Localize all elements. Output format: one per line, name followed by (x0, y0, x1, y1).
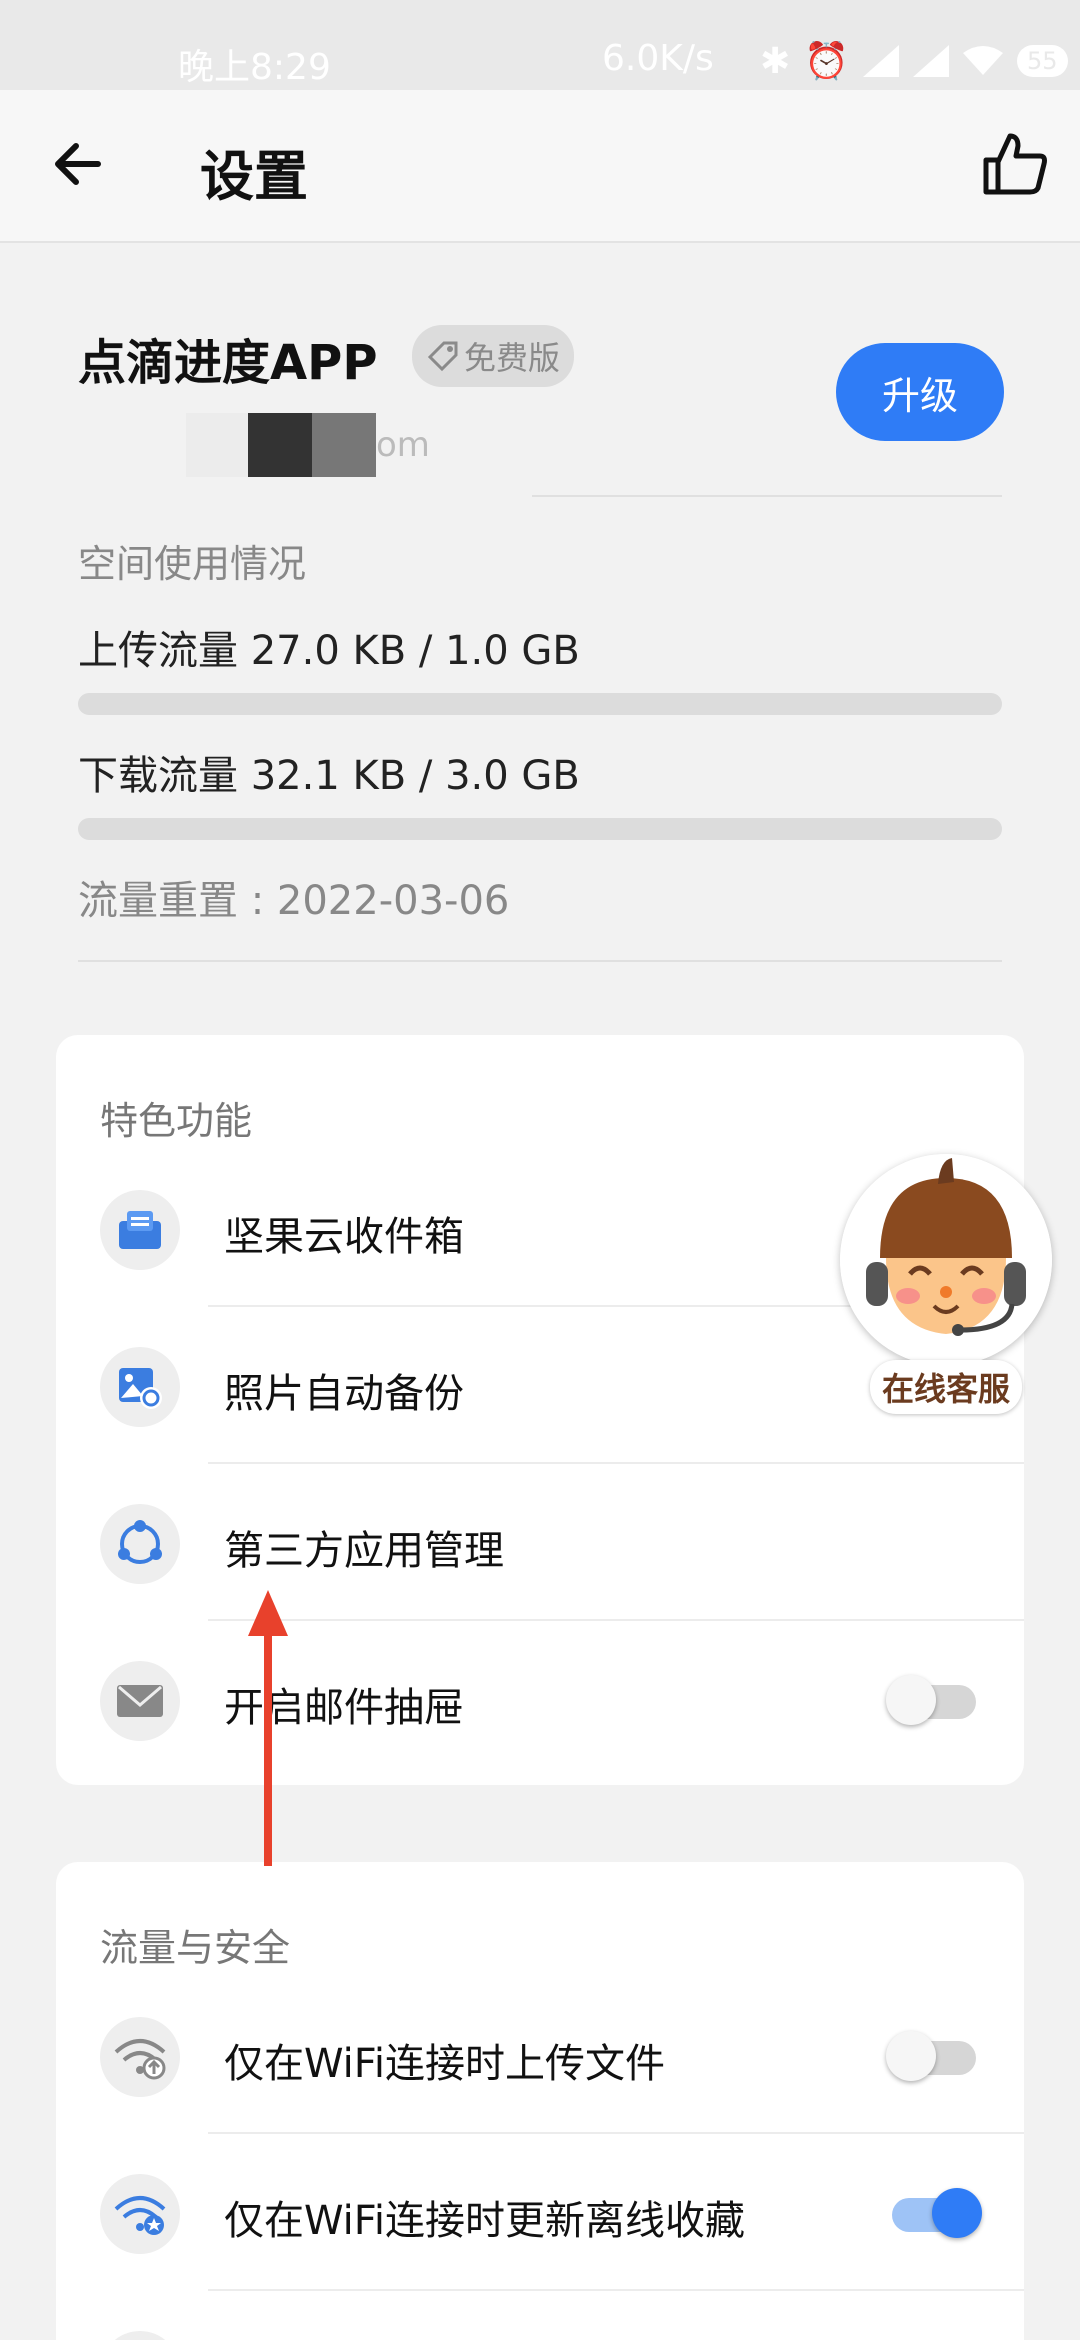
upgrade-button[interactable]: 升级 (836, 343, 1004, 441)
mail-icon (100, 1661, 180, 1741)
third-party-apps-icon (100, 1504, 180, 1584)
network-speed: 6.0K/s (602, 38, 714, 79)
download-progress-bar (78, 818, 1002, 840)
signal-icon (863, 45, 899, 77)
wifi-star-icon (100, 2174, 180, 2254)
plan-badge-label: 免费版 (464, 339, 561, 377)
photo-backup-icon (100, 1347, 180, 1427)
features-title: 特色功能 (100, 1099, 253, 1143)
page-title: 设置 (200, 145, 308, 208)
wifi-upload-icon (100, 2017, 180, 2097)
settings-row-third-party-apps[interactable]: 第三方应用管理 (56, 1464, 1024, 1621)
battery-icon: 55 (1017, 45, 1068, 77)
wifi-upload-toggle[interactable] (886, 2031, 976, 2081)
app-name: 点滴进度APP (78, 335, 378, 391)
status-bar: 晚上8:29 6.0K/s ✱ ⏰ 55 (0, 0, 1080, 90)
status-time: 晚上8:29 (178, 47, 331, 88)
settings-row-label: 坚果云收件箱 (224, 1214, 464, 1260)
usage-title: 空间使用情况 (78, 542, 307, 586)
annotation-arrow (248, 1590, 288, 1866)
traffic-security-card: 流量与安全 仅在WiFi连接时上传文件 仅在WiFi连接时更新离线收藏 (56, 1862, 1024, 2340)
settings-row-partial[interactable] (56, 2291, 1024, 2340)
tag-icon (427, 341, 458, 372)
wifi-icon (963, 46, 1003, 75)
settings-row-mail-drawer[interactable]: 开启邮件抽屉 (56, 1621, 1024, 1778)
thumbs-up-icon[interactable] (980, 130, 1050, 200)
plan-badge: 免费版 (412, 325, 575, 387)
reset-date-text: 流量重置 : 2022-03-06 (78, 878, 510, 924)
settings-row-label: 照片自动备份 (224, 1371, 464, 1417)
app-bar: 设置 (0, 90, 1080, 243)
online-service-button[interactable]: 在线客服 (836, 1154, 1056, 1414)
settings-row-wifi-upload[interactable]: 仅在WiFi连接时上传文件 (56, 1977, 1024, 2134)
upload-usage-text: 上传流量 27.0 KB / 1.0 GB (78, 628, 580, 674)
status-icons: ✱ ⏰ 55 (760, 40, 1068, 82)
online-service-label: 在线客服 (870, 1360, 1023, 1414)
account-email-text: om (376, 425, 430, 465)
traffic-title: 流量与安全 (100, 1926, 291, 1970)
alarm-icon: ⏰ (804, 41, 849, 82)
settings-row-wifi-offline[interactable]: 仅在WiFi连接时更新离线收藏 (56, 2134, 1024, 2291)
upload-progress-bar (78, 693, 1002, 715)
divider (532, 495, 1002, 497)
settings-row-label: 仅在WiFi连接时上传文件 (224, 2041, 665, 2087)
mascot-avatar (840, 1154, 1052, 1366)
account-email: om (186, 413, 446, 477)
back-arrow-icon[interactable] (46, 132, 110, 196)
settings-row-label: 第三方应用管理 (224, 1528, 504, 1574)
signal-icon-2 (913, 45, 949, 77)
divider (78, 960, 1002, 962)
bluetooth-icon: ✱ (760, 40, 791, 82)
partial-row-icon (100, 2331, 180, 2340)
download-usage-text: 下载流量 32.1 KB / 3.0 GB (78, 753, 580, 799)
inbox-icon (100, 1190, 180, 1270)
wifi-offline-toggle[interactable] (886, 2188, 982, 2238)
mail-drawer-toggle[interactable] (886, 1675, 976, 1725)
settings-row-label: 仅在WiFi连接时更新离线收藏 (224, 2198, 745, 2244)
